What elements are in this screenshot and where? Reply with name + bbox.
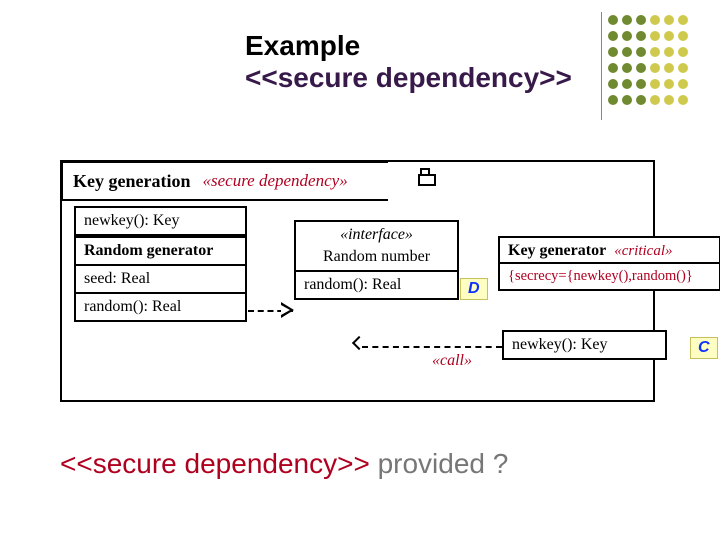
class-random-generator: Random generator seed: Real random(): Re… [74, 236, 247, 322]
class-name: Random generator [76, 238, 245, 264]
class-op: random(): Real [76, 292, 245, 320]
class-key-generator-op: newkey(): Key [502, 330, 667, 360]
op-text: newkey(): Key [76, 208, 245, 234]
call-label: «call» [432, 352, 472, 370]
title: Example <<secure dependency>> [245, 30, 572, 94]
badge-c: C [690, 337, 718, 359]
kg-op: newkey(): Key [504, 332, 665, 358]
package-icon [418, 168, 438, 186]
badge-d: D [460, 278, 488, 300]
dependency-arrow [362, 346, 502, 348]
uml-package-frame: Key generation «secure dependency» newke… [60, 160, 655, 402]
slide: Example <<secure dependency>> Key genera… [0, 0, 720, 540]
iface-stereotype: «interface» [296, 222, 457, 248]
bq-text: provided ? [370, 448, 509, 479]
title-line2: <<secure dependency>> [245, 62, 572, 94]
iface-op: random(): Real [296, 270, 457, 298]
kg-tag: {secrecy={newkey(),random()} [500, 264, 719, 289]
decor-vline [601, 12, 602, 120]
class-attr: seed: Real [76, 264, 245, 292]
decor-dots [606, 12, 690, 108]
title-line1: Example [245, 30, 572, 62]
class-key-generator-header: Key generator «critical» [498, 236, 720, 264]
kg-stereotype: «critical» [614, 243, 672, 260]
interface-random-number: «interface» Random number random(): Real [294, 220, 459, 300]
iface-name: Random number [296, 248, 457, 270]
bottom-question: <<secure dependency>> provided ? [60, 448, 508, 480]
package-stereotype: «secure dependency» [202, 171, 347, 191]
class-key-generator-tag: {secrecy={newkey(),random()} [498, 262, 720, 291]
op-newkey-stray: newkey(): Key [74, 206, 247, 236]
realization-arrowhead-inner [281, 305, 290, 315]
package-tab: Key generation «secure dependency» [61, 161, 388, 201]
bq-stereotype: <<secure dependency>> [60, 448, 370, 479]
package-name: Key generation [73, 171, 190, 192]
kg-name: Key generator [508, 242, 606, 260]
